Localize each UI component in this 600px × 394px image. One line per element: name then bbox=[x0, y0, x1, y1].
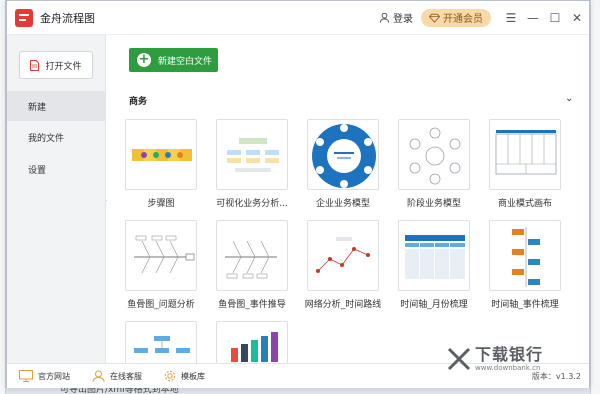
user-icon bbox=[379, 12, 390, 23]
visual-analysis-thumbnail bbox=[227, 138, 279, 172]
plus-icon: + bbox=[137, 52, 151, 67]
template-label: 步骤图 bbox=[147, 199, 175, 209]
enterprise-model-thumbnail bbox=[312, 124, 376, 188]
sidebar-item-my-files[interactable]: 我的文件 bbox=[7, 122, 105, 152]
fishbone-problem-thumbnail bbox=[134, 235, 195, 274]
template-label: 可视化业务分析... bbox=[216, 199, 288, 209]
version-label: 版本：v1.3.2 bbox=[531, 371, 581, 381]
new-blank-file-button[interactable]: + 新建空白文件 bbox=[129, 48, 218, 72]
vip-label: 开通会员 bbox=[443, 14, 483, 25]
template-label: 网络分析_时间路线 bbox=[304, 300, 382, 310]
template-label: 企业业务模型 bbox=[315, 199, 370, 209]
login-label: 登录 bbox=[393, 14, 413, 25]
close-icon: ✕ bbox=[571, 10, 583, 25]
timeline-month-thumbnail bbox=[405, 235, 465, 279]
template-label: 鱼骨图_事件推导 bbox=[218, 300, 286, 310]
vip-button[interactable]: 开通会员 bbox=[421, 8, 491, 27]
background-window-edge-right bbox=[590, 0, 600, 394]
sidebar-item-label: 我的文件 bbox=[28, 133, 65, 144]
fishbone-event-thumbnail bbox=[225, 240, 277, 279]
sidebar-item-label: 新建 bbox=[28, 102, 47, 113]
maximize-button[interactable]: ☐ bbox=[545, 8, 565, 28]
gear-icon bbox=[164, 370, 176, 382]
template-card-fishbone-event[interactable] bbox=[216, 220, 288, 291]
app-title: 金舟流程图 bbox=[40, 11, 95, 25]
monitor-icon bbox=[19, 370, 33, 382]
main-panel: + 新建空白文件 商务 ⌄ 步骤图 可视化业务分析... 企业业务模型 阶段业务… bbox=[107, 35, 589, 363]
app-logo-icon bbox=[15, 8, 33, 27]
template-card-row3-2[interactable] bbox=[216, 321, 288, 363]
template-card-steps[interactable] bbox=[125, 119, 197, 190]
template-card-enterprise-model[interactable] bbox=[307, 119, 379, 190]
new-blank-file-label: 新建空白文件 bbox=[158, 56, 213, 67]
template-label: 商业模式画布 bbox=[497, 199, 552, 209]
template-card-timeline-month[interactable] bbox=[398, 220, 470, 291]
diamond-icon bbox=[429, 13, 440, 23]
online-support-link[interactable]: 在线客服 bbox=[92, 370, 142, 382]
chevron-down-icon[interactable]: ⌄ bbox=[565, 93, 573, 104]
minimize-icon: — bbox=[527, 10, 539, 25]
step-diagram-thumbnail bbox=[132, 149, 192, 161]
timeline-event-thumbnail bbox=[512, 227, 540, 287]
section-title: 商务 bbox=[129, 97, 148, 107]
template-card-fishbone-problem[interactable] bbox=[125, 220, 197, 291]
footer-item-label: 在线客服 bbox=[110, 371, 142, 381]
footer-item-label: 模板库 bbox=[181, 371, 205, 381]
network-route-thumbnail bbox=[316, 237, 370, 273]
maximize-icon: ☐ bbox=[549, 10, 561, 25]
open-file-label: 打开文件 bbox=[45, 61, 82, 72]
watermark: 下载银行 www.downbank.cn bbox=[446, 346, 543, 372]
template-card-network-route[interactable] bbox=[307, 220, 379, 291]
template-card-row3-1[interactable] bbox=[125, 321, 197, 363]
app-window: 金舟流程图 登录 开通会员 ☰ — ☐ ✕ 打开文件 新建 我的文件 设置 ◂ … bbox=[6, 0, 590, 388]
sidebar-item-settings[interactable]: 设置 bbox=[7, 154, 105, 184]
watermark-logo-icon bbox=[447, 347, 471, 371]
template-label: 时间轴_事件梳理 bbox=[491, 300, 559, 310]
watermark-url: www.downbank.cn bbox=[475, 364, 541, 372]
open-file-button[interactable]: 打开文件 bbox=[19, 51, 93, 79]
stage-model-thumbnail bbox=[409, 127, 461, 185]
minimize-button[interactable]: — bbox=[523, 8, 543, 28]
template-card-stage-model[interactable] bbox=[398, 119, 470, 190]
template-thumbnail bbox=[134, 336, 190, 353]
close-button[interactable]: ✕ bbox=[567, 8, 587, 28]
sidebar-item-new[interactable]: 新建 bbox=[7, 91, 105, 121]
headset-icon bbox=[92, 370, 105, 382]
login-button[interactable]: 登录 bbox=[379, 10, 413, 25]
title-bar: 金舟流程图 登录 开通会员 ☰ — ☐ ✕ bbox=[7, 1, 589, 35]
template-card-business-canvas[interactable] bbox=[489, 119, 561, 190]
menu-icon: ☰ bbox=[505, 10, 517, 25]
template-label: 时间轴_月份梳理 bbox=[400, 300, 468, 310]
sidebar-item-label: 设置 bbox=[28, 165, 47, 176]
template-library-link[interactable]: 模板库 bbox=[164, 370, 205, 382]
template-card-visual-analysis[interactable] bbox=[216, 119, 288, 190]
template-label: 阶段业务模型 bbox=[406, 199, 461, 209]
business-canvas-thumbnail bbox=[495, 130, 557, 175]
menu-button[interactable]: ☰ bbox=[501, 8, 521, 28]
sidebar: 打开文件 新建 我的文件 设置 bbox=[7, 35, 106, 363]
template-thumbnail bbox=[231, 332, 278, 362]
template-label: 鱼骨图_问题分析 bbox=[127, 300, 195, 310]
official-website-link[interactable]: 官方网站 bbox=[19, 370, 70, 382]
watermark-title: 下载银行 bbox=[475, 345, 544, 364]
file-icon bbox=[30, 59, 40, 71]
footer-item-label: 官方网站 bbox=[38, 371, 70, 381]
template-card-timeline-event[interactable] bbox=[489, 220, 561, 291]
